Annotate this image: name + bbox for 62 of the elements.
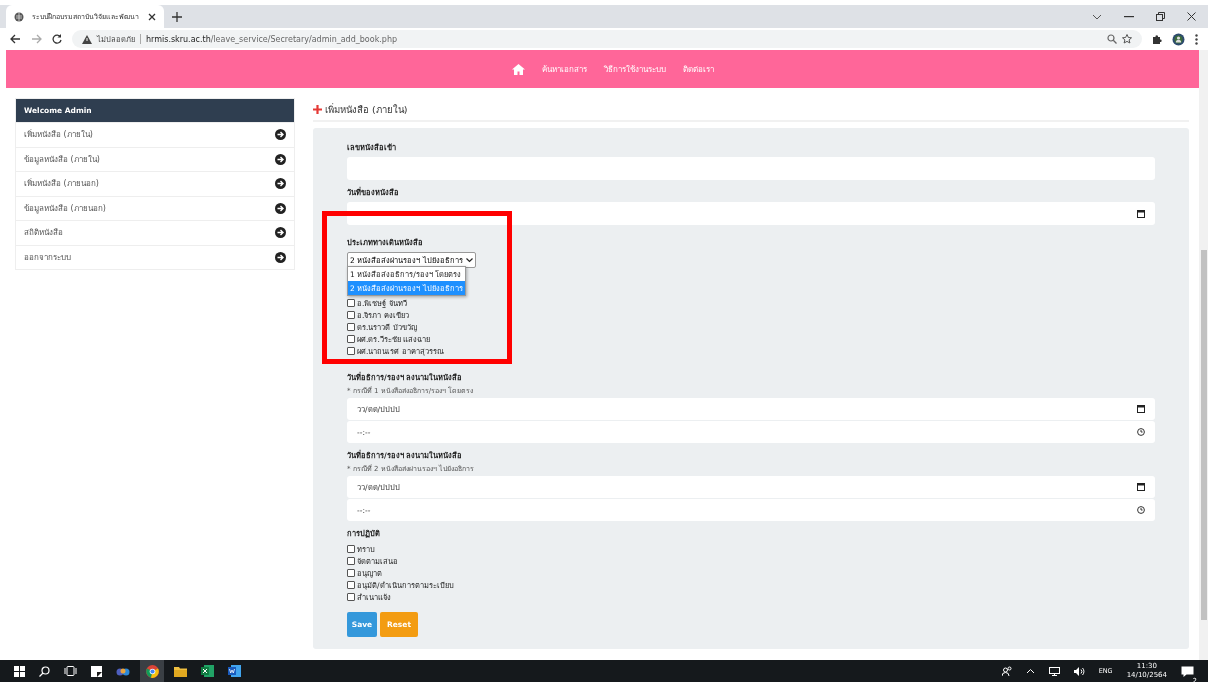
checkbox[interactable] (347, 568, 355, 577)
windows-icon[interactable] (14, 665, 25, 677)
sidebar-item[interactable]: ออกจากระบบ (16, 244, 294, 269)
clock-icon (1137, 506, 1145, 514)
checkbox[interactable] (347, 334, 355, 343)
checkbox[interactable] (347, 592, 355, 601)
calendar-icon (1137, 209, 1145, 218)
chrome-icon[interactable] (145, 664, 159, 678)
excel-icon[interactable] (201, 665, 214, 677)
home-icon[interactable] (511, 63, 525, 75)
notification-icon[interactable] (1181, 665, 1194, 677)
warning-icon (82, 34, 92, 44)
date-field[interactable] (347, 202, 1155, 225)
url-text[interactable]: hrmis.skru.ac.th/leave_service/Secretary/admin_add_book.php (146, 34, 398, 44)
reload-icon[interactable] (52, 34, 62, 44)
page-title: เพิ่มหนังสือ (ภายใน) (325, 102, 408, 117)
scrollbar[interactable] (1199, 50, 1208, 660)
back-icon[interactable] (10, 34, 21, 44)
sidebar-item[interactable]: ข้อมูลหนังสือ (ภายนอก) (16, 195, 294, 220)
checkbox[interactable] (347, 580, 355, 589)
folder-icon[interactable] (174, 665, 187, 677)
zoom-icon[interactable] (1107, 34, 1117, 44)
restore-icon[interactable] (1156, 12, 1165, 21)
arrow-right-icon (275, 227, 286, 239)
close-icon[interactable] (148, 12, 156, 21)
network-icon[interactable] (1048, 666, 1060, 676)
globe-icon (14, 11, 24, 22)
clock-icon (1137, 428, 1145, 436)
arrow-right-icon (275, 153, 286, 165)
notes-icon[interactable] (91, 665, 102, 677)
checkbox[interactable] (347, 310, 355, 319)
checkbox[interactable] (347, 298, 355, 307)
caret-icon (465, 257, 473, 263)
close-icon[interactable] (1187, 12, 1196, 21)
task-view-icon[interactable] (64, 666, 77, 676)
sidebar-item[interactable]: สถิติหนังสือ (16, 220, 294, 245)
chevron-down-icon[interactable] (1092, 13, 1102, 20)
search-icon[interactable] (39, 665, 50, 677)
checkbox[interactable] (347, 322, 355, 331)
arrow-right-icon (275, 202, 286, 214)
speaker-icon[interactable] (1073, 666, 1085, 676)
sidebar-item[interactable]: ข้อมูลหนังสือ (ภายใน) (16, 146, 294, 171)
arrow-right-icon (275, 251, 286, 263)
arrow-right-icon (275, 178, 286, 190)
sidebar-item[interactable]: เพิ่มหนังสือ (ภายใน) (16, 122, 294, 147)
avatar-icon[interactable] (1172, 32, 1185, 46)
checkbox[interactable] (347, 556, 355, 565)
checkbox[interactable] (347, 346, 355, 355)
minimize-icon[interactable] (1124, 15, 1134, 18)
calendar-icon (1137, 483, 1145, 491)
people-icon[interactable] (1001, 666, 1012, 676)
checkbox[interactable] (347, 544, 355, 553)
arrow-right-icon (275, 129, 286, 141)
puzzle-icon[interactable] (1152, 34, 1162, 44)
menu-icon[interactable] (1195, 33, 1198, 45)
plus-icon (313, 104, 322, 114)
new-tab-icon[interactable] (172, 11, 182, 22)
chevron-up-icon[interactable] (1025, 668, 1035, 674)
star-icon[interactable] (1122, 34, 1132, 44)
sidebar-item[interactable]: เพิ่มหนังสือ (ภายนอก) (16, 171, 294, 196)
calendar-icon (1137, 405, 1145, 413)
word-icon[interactable] (228, 665, 241, 677)
